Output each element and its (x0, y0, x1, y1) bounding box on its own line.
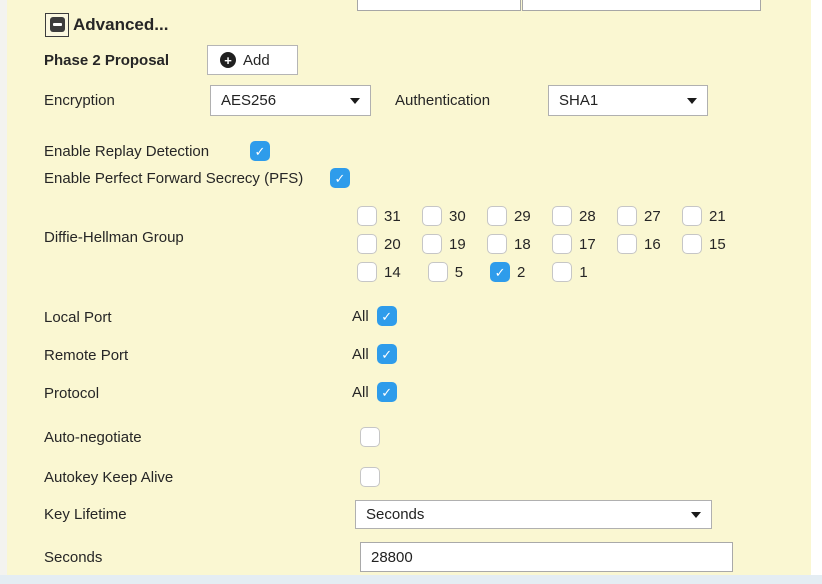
top-field-left[interactable] (357, 0, 521, 11)
remote-port-all-label: All (352, 346, 369, 363)
dh-group-2-label: 2 (517, 264, 525, 281)
replay-detection-checkbox[interactable]: ✓ (250, 141, 270, 161)
authentication-select[interactable]: SHA1 (548, 85, 708, 116)
dh-group-1-label: 1 (579, 264, 587, 281)
chevron-down-icon (691, 512, 701, 518)
dh-group-28-label: 28 (579, 208, 596, 225)
pfs-checkbox[interactable]: ✓ (330, 168, 350, 188)
dh-group-27-label: 27 (644, 208, 661, 225)
page-left-gutter (0, 0, 7, 575)
dh-group-option-29: 29 (487, 206, 552, 226)
dh-group-row: 145✓21 (357, 261, 615, 283)
dh-group-29-label: 29 (514, 208, 531, 225)
add-proposal-button[interactable]: + Add (207, 45, 298, 75)
dh-group-27-checkbox[interactable] (617, 206, 637, 226)
dh-group-option-5: 5 (428, 262, 463, 282)
dh-group-15-checkbox[interactable] (682, 234, 702, 254)
dh-group-option-2: ✓2 (490, 262, 525, 282)
dh-group-17-label: 17 (579, 236, 596, 253)
dh-group-1-checkbox[interactable] (552, 262, 572, 282)
key-lifetime-label: Key Lifetime (44, 506, 127, 523)
dh-group-21-label: 21 (709, 208, 726, 225)
dh-group-18-label: 18 (514, 236, 531, 253)
dh-group-option-21: 21 (682, 206, 747, 226)
remote-port-label: Remote Port (44, 347, 128, 364)
dh-group-option-18: 18 (487, 234, 552, 254)
advanced-label: Advanced... (73, 15, 168, 35)
protocol-all-checkbox[interactable]: ✓ (377, 382, 397, 402)
authentication-value: SHA1 (559, 92, 598, 109)
local-port-all-label: All (352, 308, 369, 325)
authentication-label: Authentication (395, 92, 490, 109)
dh-group-option-17: 17 (552, 234, 617, 254)
remote-port-all-checkbox[interactable]: ✓ (377, 344, 397, 364)
add-button-label: Add (243, 52, 270, 69)
dh-group-20-label: 20 (384, 236, 401, 253)
dh-group-29-checkbox[interactable] (487, 206, 507, 226)
dh-group-option-1: 1 (552, 262, 587, 282)
dh-group-28-checkbox[interactable] (552, 206, 572, 226)
dh-group-30-checkbox[interactable] (422, 206, 442, 226)
dh-group-14-checkbox[interactable] (357, 262, 377, 282)
protocol-label: Protocol (44, 385, 99, 402)
dh-group-2-checkbox[interactable]: ✓ (490, 262, 510, 282)
key-lifetime-select[interactable]: Seconds (355, 500, 712, 529)
plus-icon: + (220, 52, 236, 68)
encryption-value: AES256 (221, 92, 276, 109)
dh-group-16-checkbox[interactable] (617, 234, 637, 254)
phase2-settings-panel: Advanced... Phase 2 Proposal + Add Encry… (7, 0, 811, 575)
dh-group-15-label: 15 (709, 236, 726, 253)
dh-group-30-label: 30 (449, 208, 466, 225)
encryption-select[interactable]: AES256 (210, 85, 371, 116)
dh-group-option-27: 27 (617, 206, 682, 226)
dh-group-16-label: 16 (644, 236, 661, 253)
chevron-down-icon (687, 98, 697, 104)
dh-group-5-label: 5 (455, 264, 463, 281)
collapse-advanced-button[interactable] (45, 13, 69, 37)
diffie-hellman-label: Diffie-Hellman Group (44, 229, 184, 246)
dh-group-31-checkbox[interactable] (357, 206, 377, 226)
dh-group-21-checkbox[interactable] (682, 206, 702, 226)
top-field-right[interactable] (522, 0, 761, 11)
dh-group-option-20: 20 (357, 234, 422, 254)
chevron-down-icon (350, 98, 360, 104)
dh-group-18-checkbox[interactable] (487, 234, 507, 254)
dh-group-31-label: 31 (384, 208, 401, 225)
dh-group-5-checkbox[interactable] (428, 262, 448, 282)
autokey-keep-alive-label: Autokey Keep Alive (44, 469, 173, 486)
dh-group-19-label: 19 (449, 236, 466, 253)
dh-group-option-16: 16 (617, 234, 682, 254)
dh-group-option-15: 15 (682, 234, 747, 254)
autokey-keep-alive-checkbox[interactable] (360, 467, 380, 487)
page-bottom-gutter (0, 575, 822, 584)
seconds-input[interactable] (360, 542, 733, 572)
pfs-label: Enable Perfect Forward Secrecy (PFS) (44, 170, 303, 187)
local-port-label: Local Port (44, 309, 112, 326)
local-port-all-checkbox[interactable]: ✓ (377, 306, 397, 326)
auto-negotiate-label: Auto-negotiate (44, 429, 142, 446)
encryption-label: Encryption (44, 92, 115, 109)
key-lifetime-value: Seconds (366, 506, 424, 523)
dh-group-row: 20 19 18 17 16 15 (357, 233, 747, 255)
dh-group-20-checkbox[interactable] (357, 234, 377, 254)
seconds-label: Seconds (44, 549, 102, 566)
dh-group-row: 31 30 29 28 27 21 (357, 205, 747, 227)
auto-negotiate-checkbox[interactable] (360, 427, 380, 447)
dh-group-option-14: 14 (357, 262, 401, 282)
dh-group-19-checkbox[interactable] (422, 234, 442, 254)
dh-group-option-30: 30 (422, 206, 487, 226)
minus-icon (50, 17, 65, 32)
dh-group-option-31: 31 (357, 206, 422, 226)
phase2-proposal-label: Phase 2 Proposal (44, 52, 169, 69)
replay-detection-label: Enable Replay Detection (44, 143, 209, 160)
protocol-all-label: All (352, 384, 369, 401)
dh-group-option-19: 19 (422, 234, 487, 254)
dh-group-17-checkbox[interactable] (552, 234, 572, 254)
dh-group-option-28: 28 (552, 206, 617, 226)
dh-group-14-label: 14 (384, 264, 401, 281)
